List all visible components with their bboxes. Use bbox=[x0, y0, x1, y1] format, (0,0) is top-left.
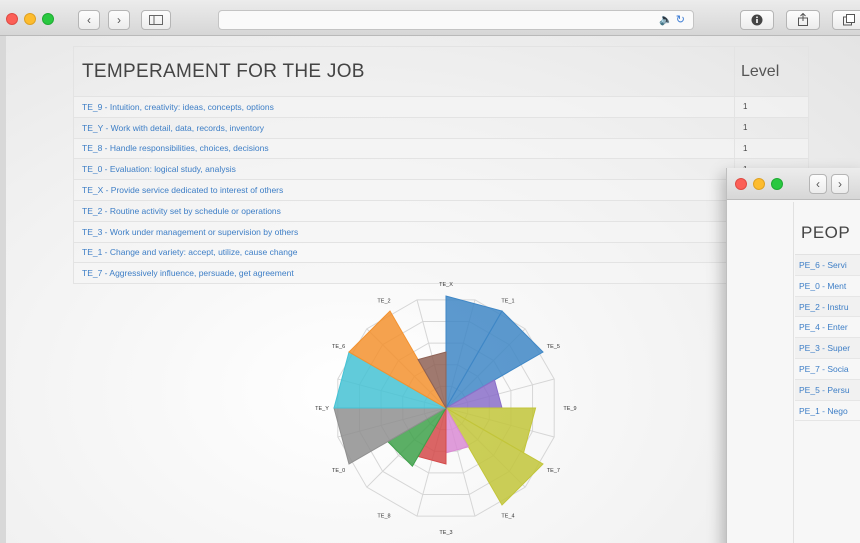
people-title: PEOP bbox=[801, 223, 851, 242]
minimize-button[interactable] bbox=[24, 13, 36, 25]
chevron-right-icon: › bbox=[117, 13, 121, 27]
title-bar: ‹ › 🔈 ↻ bbox=[0, 0, 860, 36]
row-level: 1 bbox=[734, 96, 809, 118]
people-title-bar: ‹ › bbox=[727, 168, 860, 200]
row-label-link[interactable]: TE_0 - Evaluation: logical study, analys… bbox=[73, 158, 735, 181]
axis-label: TE_X bbox=[439, 282, 453, 288]
chevron-right-icon: › bbox=[838, 177, 842, 191]
tabs-button[interactable] bbox=[832, 10, 860, 30]
axis-label: TE_9 bbox=[563, 406, 576, 412]
row-label-link[interactable]: TE_8 - Handle responsibilities, choices,… bbox=[73, 137, 735, 160]
back-button[interactable]: ‹ bbox=[809, 174, 827, 194]
chevron-left-icon: ‹ bbox=[816, 177, 820, 191]
axis-label: TE_1 bbox=[501, 299, 514, 305]
row-level: 1 bbox=[734, 137, 809, 160]
people-list-item[interactable]: PE_6 - Servi bbox=[795, 255, 860, 276]
info-icon bbox=[751, 14, 763, 26]
row-label-link[interactable]: TE_X - Provide service dedicated to inte… bbox=[73, 179, 735, 201]
row-label-link[interactable]: TE_2 - Routine activity set by schedule … bbox=[73, 199, 735, 222]
row-label-link[interactable]: TE_1 - Change and variety: accept, utili… bbox=[73, 241, 735, 264]
people-list-item[interactable]: PE_5 - Persu bbox=[795, 379, 860, 401]
back-button[interactable]: ‹ bbox=[78, 10, 100, 30]
axis-label: TE_7 bbox=[547, 468, 560, 474]
people-list-item[interactable]: PE_4 - Enter bbox=[795, 317, 860, 339]
people-list-item[interactable]: PE_3 - Super bbox=[795, 338, 860, 359]
share-icon bbox=[798, 12, 808, 26]
row-label-link[interactable]: TE_Y - Work with detail, data, records, … bbox=[73, 116, 735, 139]
people-list-item[interactable]: PE_0 - Ment bbox=[795, 276, 860, 297]
people-list: PE_6 - Servi PE_0 - Ment PE_2 - Instru PE_4… bbox=[795, 254, 860, 422]
info-button[interactable] bbox=[740, 10, 774, 30]
people-list-item[interactable]: PE_7 - Socia bbox=[795, 359, 860, 380]
temperament-radar-chart: TE_X TE_1 TE_5 TE_9 TE_7 TE_4 TE_3 TE_8 TE_0 TE_Y… bbox=[315, 282, 576, 536]
sidebar-icon bbox=[149, 15, 163, 25]
forward-button[interactable]: › bbox=[831, 174, 849, 194]
tabs-icon bbox=[843, 14, 855, 26]
temperament-table: TEMPERAMENT FOR THE JOB Level TE_9 - Int… bbox=[73, 46, 809, 285]
people-window: ‹ › PEOP PE_6 - Servi PE_0 - Ment PE_2 - I… bbox=[726, 168, 860, 543]
axis-label: TE_4 bbox=[501, 513, 514, 519]
close-button[interactable] bbox=[735, 178, 747, 190]
axis-label: TE_2 bbox=[377, 299, 390, 305]
zoom-button[interactable] bbox=[771, 178, 783, 190]
axis-label: TE_8 bbox=[377, 513, 390, 519]
address-bar[interactable]: 🔈 ↻ bbox=[218, 10, 694, 30]
axis-label: TE_3 bbox=[439, 530, 452, 536]
people-list-item[interactable]: PE_2 - Instru bbox=[795, 296, 860, 318]
people-column-divider bbox=[793, 202, 794, 543]
row-label-link[interactable]: TE_9 - Intuition, creativity: ideas, con… bbox=[73, 96, 735, 118]
chevron-left-icon: ‹ bbox=[87, 13, 91, 27]
minimize-button[interactable] bbox=[753, 178, 765, 190]
table-row: TE_1 - Change and variety: accept, utili… bbox=[73, 241, 809, 264]
axis-label: TE_Y bbox=[315, 406, 329, 412]
table-row: TE_2 - Routine activity set by schedule … bbox=[73, 199, 809, 222]
table-row: TE_0 - Evaluation: logical study, analys… bbox=[73, 158, 809, 181]
share-button[interactable] bbox=[786, 10, 820, 30]
axis-label: TE_0 bbox=[332, 468, 345, 474]
row-label-link[interactable]: TE_3 - Work under management or supervis… bbox=[73, 220, 735, 243]
table-row: TE_9 - Intuition, creativity: ideas, con… bbox=[73, 96, 809, 118]
forward-button[interactable]: › bbox=[108, 10, 130, 30]
row-level: 1 bbox=[734, 116, 809, 139]
table-row: TE_7 - Aggressively influence, persuade,… bbox=[73, 262, 809, 285]
table-title: TEMPERAMENT FOR THE JOB bbox=[73, 46, 735, 97]
table-row: TE_8 - Handle responsibilities, choices,… bbox=[73, 137, 809, 160]
close-button[interactable] bbox=[6, 13, 18, 25]
people-list-item[interactable]: PE_1 - Nego bbox=[795, 401, 860, 422]
axis-label: TE_6 bbox=[332, 344, 345, 350]
table-row: TE_3 - Work under management or supervis… bbox=[73, 220, 809, 243]
level-header: Level bbox=[734, 46, 809, 97]
table-row: TE_X - Provide service dedicated to inte… bbox=[73, 179, 809, 201]
row-label-link[interactable]: TE_7 - Aggressively influence, persuade,… bbox=[73, 262, 735, 285]
table-row: TE_Y - Work with detail, data, records, … bbox=[73, 116, 809, 139]
axis-label: TE_5 bbox=[547, 344, 560, 350]
zoom-button[interactable] bbox=[42, 13, 54, 25]
sidebar-button[interactable] bbox=[141, 10, 171, 30]
audio-reload-icons[interactable]: 🔈 ↻ bbox=[659, 13, 685, 26]
